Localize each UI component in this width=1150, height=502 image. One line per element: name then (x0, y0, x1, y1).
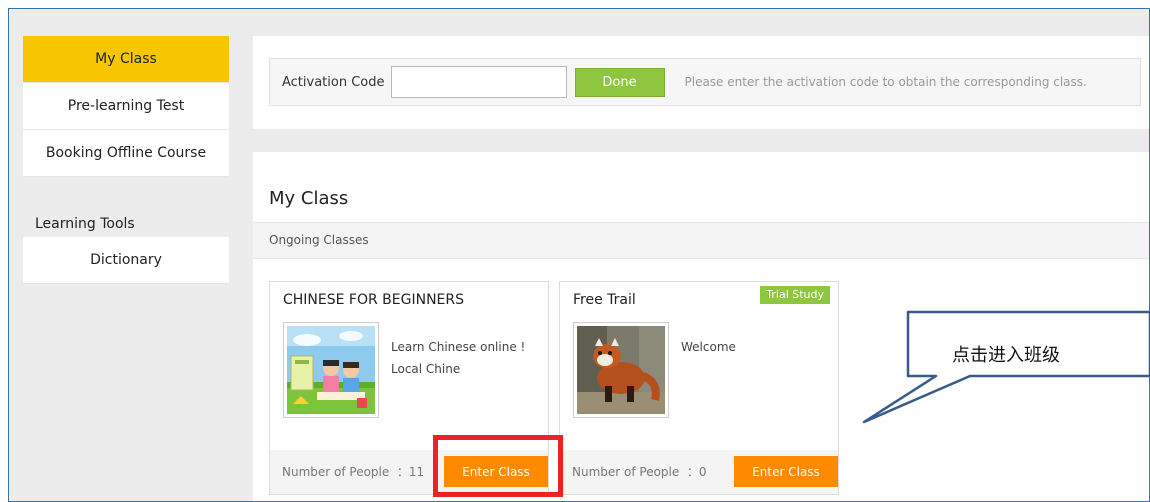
red-panda-image[interactable] (573, 322, 669, 418)
class-card-footer: Number of People ：11 Enter Class (270, 450, 548, 494)
callout-text: 点击进入班级 (952, 345, 1060, 366)
my-class-title: My Class (269, 188, 349, 209)
class-card-title: Free Trail (573, 292, 636, 308)
activation-code-label: Activation Code (282, 74, 385, 90)
class-thumbnail-graphic (577, 326, 665, 414)
sidebar-item-booking-offline-course[interactable]: Booking Offline Course (23, 130, 229, 177)
activation-hint: Please enter the activation code to obta… (684, 75, 1087, 89)
ongoing-classes-bar: Ongoing Classes (253, 222, 1149, 259)
class-thumbnail-graphic (287, 326, 375, 414)
sidebar-item-my-class[interactable]: My Class (23, 36, 229, 83)
class-card-description: Learn Chinese online ! Local Chine (391, 340, 526, 376)
sidebar-nav: My Class Pre-learning Test Booking Offli… (23, 36, 229, 177)
sidebar-item-pre-learning-test[interactable]: Pre-learning Test (23, 83, 229, 130)
class-card: CHINESE FOR BEGINNERS Learn Chinese onli… (269, 281, 549, 495)
my-class-panel: My Class Ongoing Classes CHINESE FOR BEG… (253, 152, 1149, 501)
app-frame: My Class Pre-learning Test Booking Offli… (8, 8, 1150, 502)
class-card-description: Welcome (681, 340, 736, 354)
enter-class-button[interactable]: Enter Class (734, 456, 838, 487)
class-card: Trial Study Free Trail Welcome Number of… (559, 281, 839, 495)
done-button[interactable]: Done (574, 67, 665, 97)
enter-class-button[interactable]: Enter Class (444, 456, 548, 487)
class-card-people-count: Number of People ：0 (572, 465, 707, 479)
learning-tools-heading: Learning Tools (35, 216, 135, 232)
sidebar-item-dictionary[interactable]: Dictionary (23, 237, 229, 284)
sidebar: My Class Pre-learning Test Booking Offli… (23, 36, 229, 284)
trial-study-badge: Trial Study (760, 286, 830, 304)
ongoing-classes-label: Ongoing Classes (269, 233, 369, 247)
activation-code-input[interactable] (390, 66, 567, 98)
children-reading-image[interactable] (283, 322, 379, 418)
class-card-footer: Number of People ：0 Enter Class (560, 450, 838, 494)
activation-panel: Activation Code Done Please enter the ac… (253, 36, 1149, 129)
learning-tools-list: Dictionary (23, 237, 229, 284)
class-card-title: CHINESE FOR BEGINNERS (283, 292, 465, 308)
class-card-people-count: Number of People ：11 (282, 465, 425, 479)
activation-form: Activation Code Done Please enter the ac… (269, 58, 1141, 106)
